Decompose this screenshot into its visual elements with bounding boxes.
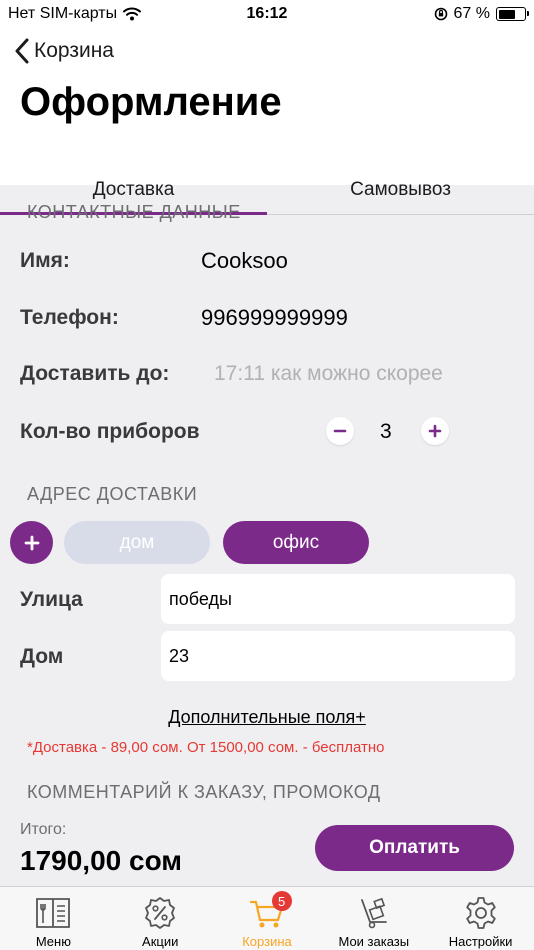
battery-fill xyxy=(498,9,516,19)
plus-icon xyxy=(24,535,39,550)
tab-pickup[interactable]: Самовывоз xyxy=(267,162,534,215)
cutlery-increment-button[interactable] xyxy=(421,417,449,445)
pay-button[interactable]: Оплатить xyxy=(315,825,514,871)
address-chip-home[interactable]: дом xyxy=(64,521,210,564)
house-input[interactable]: 23 xyxy=(161,631,515,681)
discount-icon xyxy=(140,895,180,931)
tab-bar-label-settings: Настройки xyxy=(448,934,513,949)
add-address-button[interactable] xyxy=(10,521,53,564)
total-value: 1790,00 сом xyxy=(20,845,183,876)
tab-bar-label-cart: Корзина xyxy=(242,934,292,949)
address-section-title: АДРЕС ДОСТАВКИ xyxy=(27,484,198,504)
name-label: Имя: xyxy=(20,249,70,272)
cutlery-count: 3 xyxy=(380,420,392,443)
menu-book-icon xyxy=(33,895,73,931)
status-bar: Нет SIM-карты 16:12 67 % xyxy=(0,0,534,30)
house-label: Дом xyxy=(20,645,64,668)
status-right: 67 % xyxy=(434,5,529,23)
cart-badge: 5 xyxy=(271,891,292,911)
extra-fields-container: Дополнительные поля+ xyxy=(0,707,534,728)
cutlery-decrement-button[interactable] xyxy=(326,417,354,445)
tab-bar-label-orders: Мои заказы xyxy=(338,934,410,949)
phone-value[interactable]: 996999999999 xyxy=(201,305,348,331)
tab-bar-item-orders[interactable]: Мои заказы xyxy=(320,887,427,950)
rotation-lock-icon xyxy=(434,7,447,21)
tab-bar-item-menu[interactable]: Меню xyxy=(0,887,107,950)
name-value[interactable]: Cooksoo xyxy=(201,248,288,274)
settings-icon xyxy=(461,895,501,931)
comment-section-title[interactable]: КОММЕНТАРИЙ К ЗАКАЗУ, ПРОМОКОД xyxy=(27,782,381,803)
tab-bar-item-cart[interactable]: 5 Корзина xyxy=(214,887,321,950)
phone-label: Телефон: xyxy=(20,306,119,329)
battery-percent: 67 % xyxy=(453,5,490,22)
street-input[interactable]: победы xyxy=(161,574,515,624)
orders-icon xyxy=(354,895,394,931)
tab-bar-item-promotions[interactable]: Акции xyxy=(107,887,214,950)
total-label: Итого: xyxy=(20,821,67,838)
bottom-tab-bar: Меню Акции 5 Корзина Мои заказы Настройк… xyxy=(0,886,534,950)
cutlery-label: Кол-во приборов xyxy=(20,420,200,443)
extra-fields-link[interactable]: Дополнительные поля+ xyxy=(168,707,366,727)
tab-bar-item-settings[interactable]: Настройки xyxy=(427,887,534,950)
chevron-left-icon xyxy=(15,38,29,64)
minus-icon xyxy=(333,429,347,433)
street-label: Улица xyxy=(20,588,83,611)
plus-icon xyxy=(428,424,442,438)
deliver-time-field[interactable]: 17:11 как можно скорее xyxy=(214,362,443,386)
back-button[interactable]: Корзина xyxy=(14,38,114,64)
nav-header: Корзина Оформление Доставка Самовывоз xyxy=(0,30,534,215)
contacts-section-title: КОНТАКТНЫЕ ДАННЫЕ xyxy=(27,202,241,222)
battery-icon xyxy=(496,7,529,21)
address-chip-office[interactable]: офис xyxy=(223,521,369,564)
back-button-label: Корзина xyxy=(34,39,114,62)
tab-bar-label-promotions: Акции xyxy=(142,934,179,949)
deliver-time-label: Доставить до: xyxy=(20,362,170,385)
tab-bar-label-menu: Меню xyxy=(35,934,71,949)
delivery-note: *Доставка - 89,00 сом. От 1500,00 сом. -… xyxy=(27,739,385,756)
page-title: Оформление xyxy=(20,80,282,124)
